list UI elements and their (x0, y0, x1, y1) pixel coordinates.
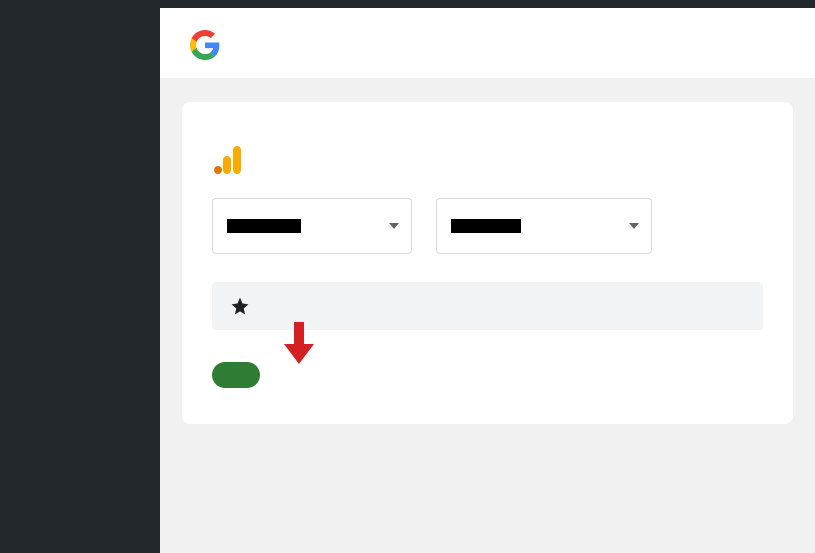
admin-sidebar (0, 0, 160, 553)
account-select[interactable] (212, 198, 412, 254)
admin-bar-strip (160, 0, 815, 8)
annotation-arrow-icon (284, 322, 314, 364)
connect-service-card (182, 102, 793, 424)
property-select[interactable] (436, 198, 652, 254)
google-g-icon (190, 30, 220, 60)
property-value (451, 219, 521, 233)
chevron-down-icon (389, 223, 399, 229)
analytics-icon (212, 144, 244, 176)
main-content (160, 0, 815, 553)
star-icon (230, 296, 250, 316)
selects-row (212, 198, 763, 254)
configure-analytics-button[interactable] (212, 362, 260, 388)
service-row (212, 144, 763, 176)
account-value (227, 219, 301, 233)
chevron-down-icon (629, 223, 639, 229)
page-header (160, 8, 815, 78)
